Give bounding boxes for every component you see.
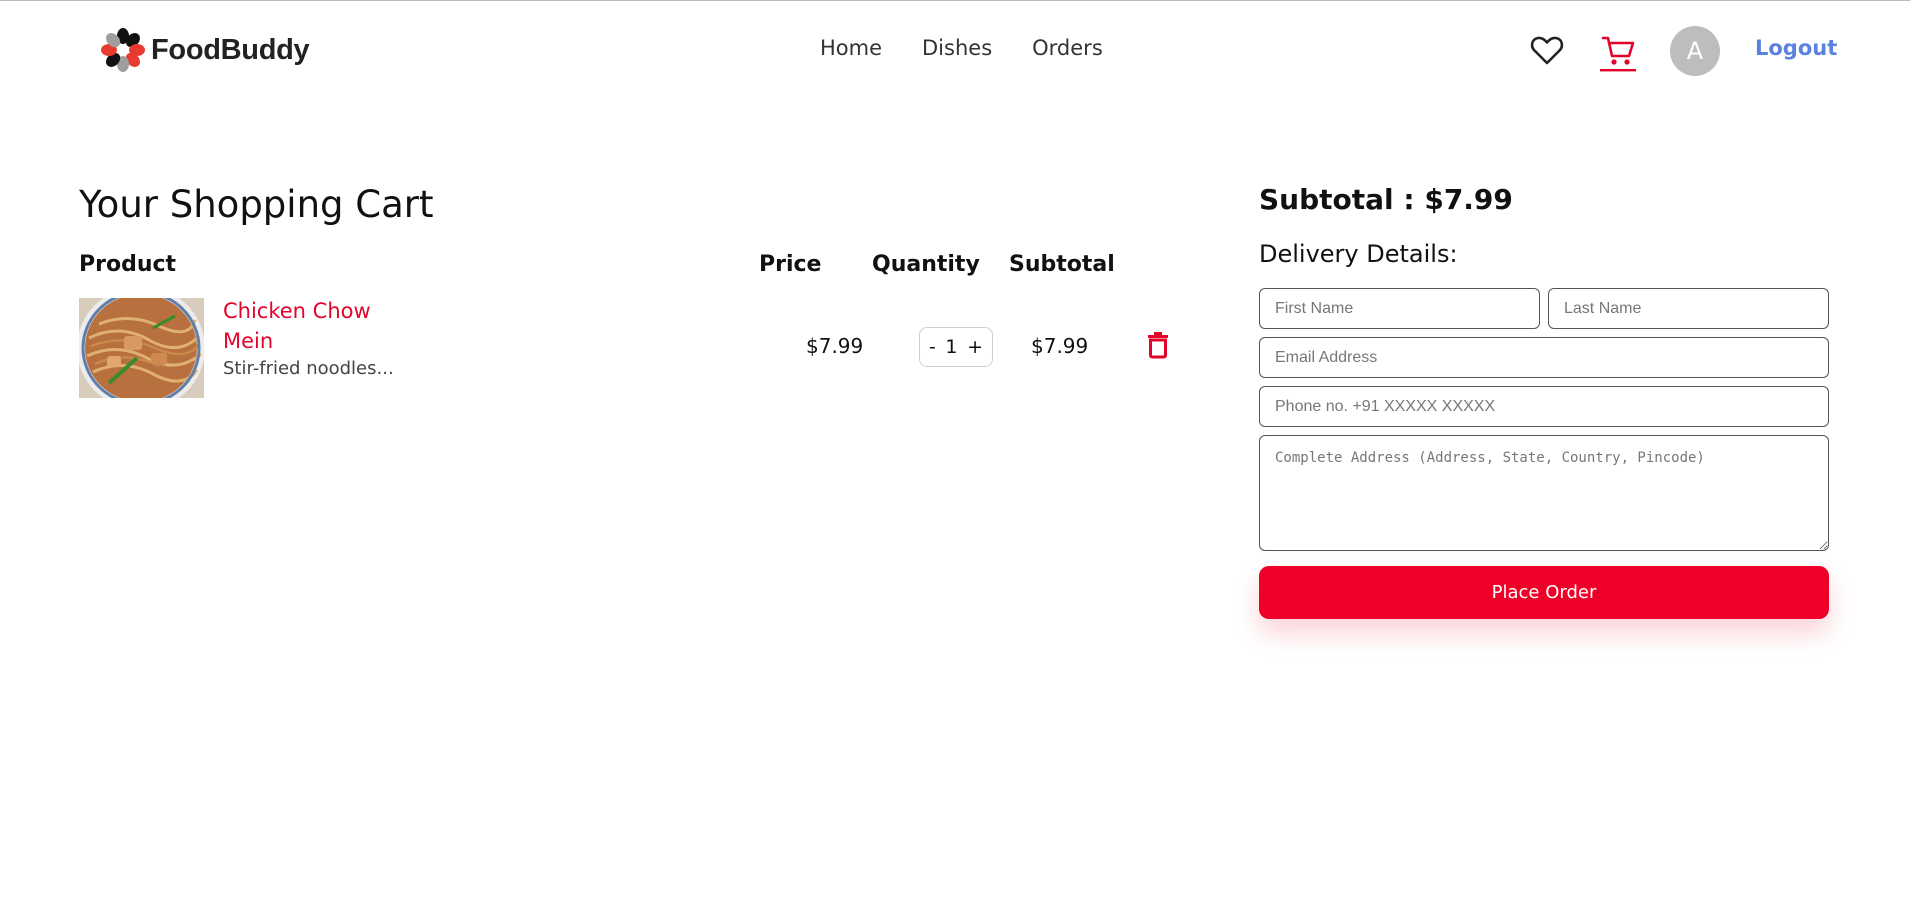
column-header-subtotal: Subtotal [1009, 252, 1115, 277]
place-order-button[interactable]: Place Order [1259, 566, 1829, 619]
product-image[interactable] [79, 298, 204, 398]
heart-icon[interactable] [1530, 34, 1564, 66]
line-subtotal: $7.99 [1031, 334, 1089, 358]
top-border [0, 0, 1910, 1]
column-header-price: Price [759, 252, 822, 277]
avatar[interactable]: A [1670, 26, 1720, 76]
page-title: Your Shopping Cart [79, 183, 434, 226]
nav-dishes[interactable]: Dishes [922, 36, 992, 60]
delivery-title: Delivery Details: [1259, 240, 1458, 268]
nav-orders[interactable]: Orders [1032, 36, 1103, 60]
first-name-field[interactable] [1259, 288, 1540, 329]
product-name[interactable]: Chicken Chow Mein [223, 296, 383, 356]
decrement-button[interactable]: - [929, 336, 936, 358]
address-field[interactable] [1259, 435, 1829, 551]
brand-name: FoodBuddy [151, 33, 310, 66]
increment-button[interactable]: + [967, 336, 983, 358]
column-header-quantity: Quantity [872, 252, 980, 277]
main-nav: Home Dishes Orders [820, 36, 1143, 60]
flower-logo-icon [101, 28, 145, 72]
logout-link[interactable]: Logout [1755, 36, 1837, 60]
email-field[interactable] [1259, 337, 1829, 378]
product-price: $7.99 [806, 334, 864, 358]
nav-home[interactable]: Home [820, 36, 882, 60]
trash-icon[interactable] [1146, 331, 1170, 359]
cart-icon[interactable] [1600, 32, 1636, 72]
last-name-field[interactable] [1548, 288, 1829, 329]
column-header-product: Product [79, 252, 177, 277]
brand-logo[interactable]: FoodBuddy [97, 24, 310, 76]
quantity-stepper: - 1 + [919, 327, 993, 367]
order-subtotal: Subtotal : $7.99 [1259, 183, 1513, 216]
phone-field[interactable] [1259, 386, 1829, 427]
product-description: Stir-fried noodles... [223, 358, 394, 379]
quantity-value: 1 [945, 336, 958, 358]
